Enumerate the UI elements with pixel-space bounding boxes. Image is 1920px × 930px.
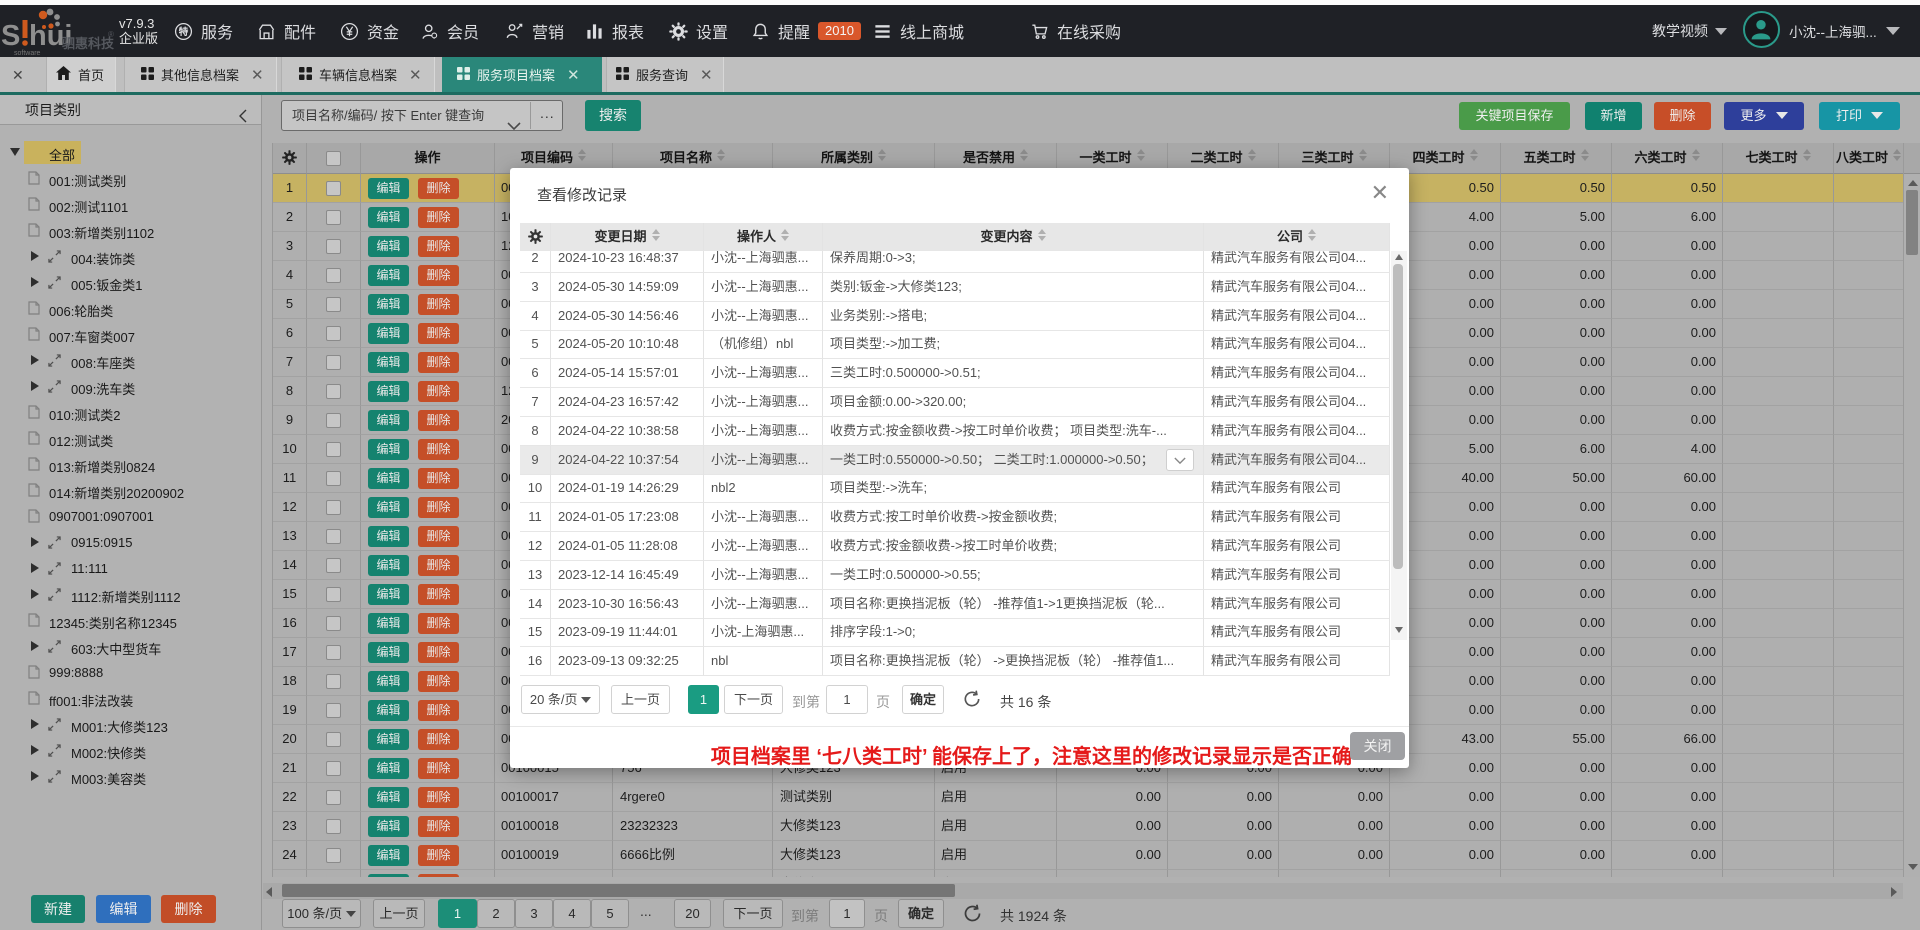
svg-text:®: ® bbox=[108, 30, 114, 39]
svg-text:特: 特 bbox=[179, 26, 189, 38]
svg-text:S: S bbox=[1, 20, 20, 52]
svg-text:software: software bbox=[14, 50, 41, 57]
